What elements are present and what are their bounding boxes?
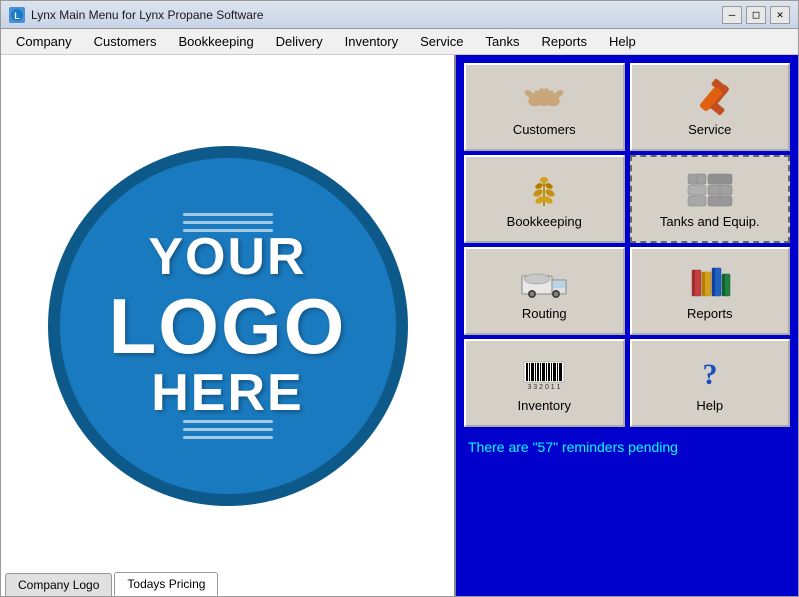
logo-lines-bottom bbox=[183, 420, 273, 439]
title-bar: L Lynx Main Menu for Lynx Propane Softwa… bbox=[1, 1, 798, 29]
menu-reports[interactable]: Reports bbox=[530, 29, 598, 54]
svg-text:?: ? bbox=[702, 358, 717, 391]
grid-btn-customers[interactable]: Customers bbox=[464, 63, 625, 151]
close-button[interactable]: ✕ bbox=[770, 6, 790, 24]
routing-icon bbox=[518, 262, 570, 302]
inventory-icon: 3 3 2 0 1 1 bbox=[518, 354, 570, 394]
logo-line-6 bbox=[183, 436, 273, 439]
tab-todays-pricing[interactable]: Todays Pricing bbox=[114, 572, 218, 596]
logo-line-4 bbox=[183, 420, 273, 423]
reports-icon bbox=[684, 262, 736, 302]
grid-btn-routing[interactable]: Routing bbox=[464, 247, 625, 335]
logo-text: YOUR LOGO HERE bbox=[109, 229, 347, 421]
logo-line-1 bbox=[183, 213, 273, 216]
help-label: Help bbox=[696, 398, 723, 413]
grid-section-row2: Bookkeeping bbox=[464, 155, 790, 243]
inventory-label: Inventory bbox=[518, 398, 571, 413]
help-icon: ? bbox=[684, 354, 736, 394]
menu-bar: Company Customers Bookkeeping Delivery I… bbox=[1, 29, 798, 55]
logo-lines-top bbox=[183, 213, 273, 232]
menu-service[interactable]: Service bbox=[409, 29, 474, 54]
tanks-label: Tanks and Equip. bbox=[660, 214, 760, 229]
left-panel: YOUR LOGO HERE Company Logo Todays Prici… bbox=[1, 55, 456, 596]
grid-btn-bookkeeping[interactable]: Bookkeeping bbox=[464, 155, 625, 243]
grid-section-row3: Routing bbox=[464, 247, 790, 335]
menu-inventory[interactable]: Inventory bbox=[334, 29, 409, 54]
grid-btn-reports[interactable]: Reports bbox=[630, 247, 791, 335]
bookkeeping-label: Bookkeeping bbox=[507, 214, 582, 229]
logo-line-3 bbox=[183, 229, 273, 232]
menu-tanks[interactable]: Tanks bbox=[474, 29, 530, 54]
svg-text:L: L bbox=[14, 11, 20, 21]
right-panel: Customers bbox=[456, 55, 798, 596]
service-icon bbox=[684, 78, 736, 118]
minimize-button[interactable]: — bbox=[722, 6, 742, 24]
content-area: YOUR LOGO HERE Company Logo Todays Prici… bbox=[1, 55, 798, 596]
menu-delivery[interactable]: Delivery bbox=[265, 29, 334, 54]
maximize-button[interactable]: □ bbox=[746, 6, 766, 24]
bottom-tabs: Company Logo Todays Pricing bbox=[1, 572, 454, 596]
grid-section-row4: 3 3 2 0 1 1 Inventory ? Help bbox=[464, 339, 790, 427]
logo-line-2 bbox=[183, 221, 273, 224]
tanks-icon bbox=[684, 170, 736, 210]
main-window: L Lynx Main Menu for Lynx Propane Softwa… bbox=[0, 0, 799, 597]
reports-label: Reports bbox=[687, 306, 733, 321]
menu-help[interactable]: Help bbox=[598, 29, 647, 54]
menu-customers[interactable]: Customers bbox=[83, 29, 168, 54]
grid-btn-inventory[interactable]: 3 3 2 0 1 1 Inventory bbox=[464, 339, 625, 427]
customers-label: Customers bbox=[513, 122, 576, 137]
logo-here: HERE bbox=[109, 365, 347, 422]
bookkeeping-icon bbox=[518, 170, 570, 210]
grid-btn-tanks[interactable]: Tanks and Equip. bbox=[630, 155, 791, 243]
logo-line-5 bbox=[183, 428, 273, 431]
customers-icon bbox=[518, 78, 570, 118]
tab-company-logo[interactable]: Company Logo bbox=[5, 573, 112, 596]
window-controls: — □ ✕ bbox=[722, 6, 790, 24]
grid-btn-help[interactable]: ? Help bbox=[630, 339, 791, 427]
grid-section-row1: Customers bbox=[464, 63, 790, 151]
app-icon: L bbox=[9, 7, 25, 23]
routing-label: Routing bbox=[522, 306, 567, 321]
logo-your: YOUR bbox=[109, 229, 347, 286]
svg-text:3 3 2 0 1 1: 3 3 2 0 1 1 bbox=[528, 384, 561, 391]
logo-circle: YOUR LOGO HERE bbox=[48, 146, 408, 506]
menu-bookkeeping[interactable]: Bookkeeping bbox=[168, 29, 265, 54]
window-title: Lynx Main Menu for Lynx Propane Software bbox=[31, 8, 264, 22]
menu-company[interactable]: Company bbox=[5, 29, 83, 54]
logo-logo: LOGO bbox=[109, 287, 347, 365]
reminders-text: There are "57" reminders pending bbox=[464, 433, 790, 461]
service-label: Service bbox=[688, 122, 731, 137]
grid-btn-service[interactable]: Service bbox=[630, 63, 791, 151]
